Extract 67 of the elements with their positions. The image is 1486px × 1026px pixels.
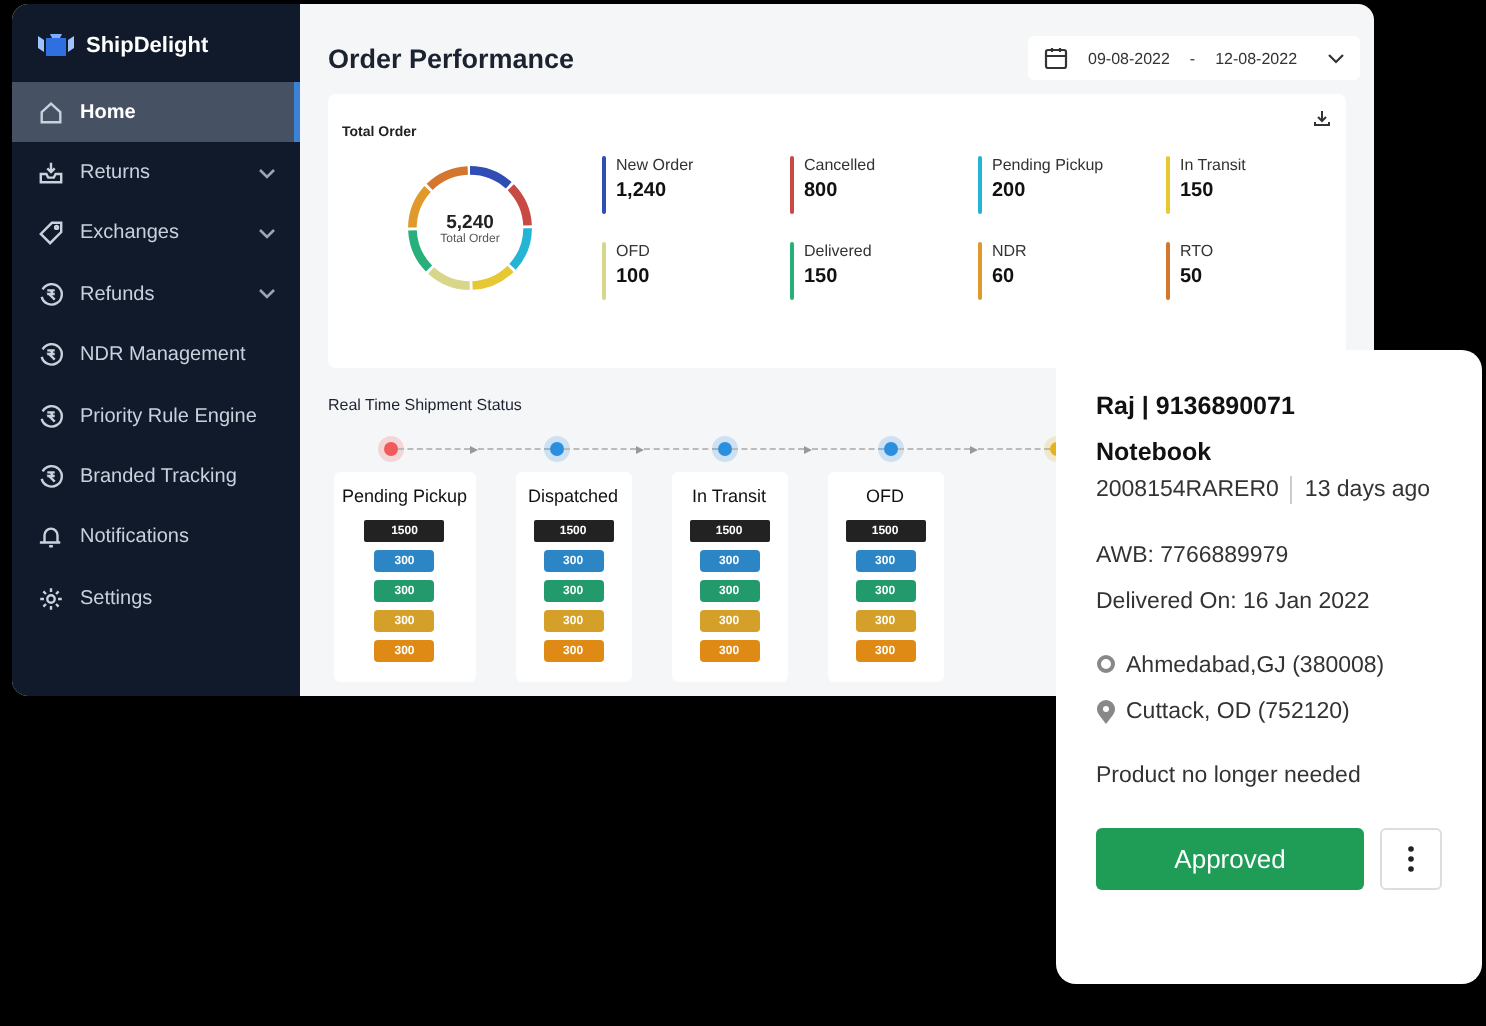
destination-address: Cuttack, OD (752120) (1126, 700, 1350, 724)
total-value: 5,240 (446, 211, 494, 233)
origin-address: Ahmedabad,GJ (380008) (1126, 654, 1385, 678)
delivery-date: Delivered On: 16 Jan 2022 (1096, 590, 1372, 614)
stat-label: Cancelled (804, 156, 876, 174)
awb-number: AWB: 7766889979 (1096, 544, 1291, 568)
stat-label: RTO (1180, 242, 1214, 260)
column-title: OFD (866, 486, 905, 506)
stat-value: 800 (804, 180, 840, 202)
order-age: 13 days ago (1304, 478, 1431, 502)
rupee-icon (38, 403, 64, 430)
stat-value: 150 (1180, 180, 1216, 202)
chevron-down-icon (1328, 53, 1344, 63)
chevron-down-icon (258, 288, 276, 301)
chevron-down-icon (258, 227, 276, 240)
bell-icon (38, 524, 64, 551)
more-icon (1408, 846, 1414, 872)
sidebar-item[interactable]: NDR Management (12, 325, 300, 386)
arrowhead-icon (470, 445, 479, 453)
stat-label: Delivered (804, 242, 872, 260)
order-id: 2008154RARER0 (1096, 478, 1279, 502)
return-reason: Product no longer needed (1096, 764, 1363, 788)
column-title: Dispatched (528, 486, 619, 506)
stat-label: NDR (992, 242, 1027, 260)
stat-value: 1,240 (616, 180, 669, 202)
rupee-icon (38, 281, 64, 308)
settings-icon (38, 585, 64, 612)
customer-name: Raj | 9136890071 (1096, 392, 1297, 420)
column-title: In Transit (692, 486, 767, 506)
origin-pin-icon (1096, 654, 1116, 678)
inbox-icon (38, 160, 64, 187)
stat-value: 50 (1180, 266, 1205, 288)
tag-icon (38, 220, 64, 247)
download-icon[interactable] (1314, 110, 1330, 126)
product-name: Notebook (1096, 438, 1214, 466)
column-title: Pending Pickup (342, 486, 468, 506)
rupee-icon (38, 342, 64, 369)
stat-value: 200 (992, 180, 1028, 202)
sidebar-item[interactable]: Refunds (12, 264, 300, 326)
arrowhead-icon (803, 445, 812, 453)
page-title: Order Performance (328, 43, 575, 73)
date-range-picker[interactable]: 09-08-2022 - 12-08-2022 (1028, 36, 1360, 80)
chevron-down-icon (258, 167, 276, 180)
logo-icon (36, 32, 76, 58)
more-options-button[interactable] (1380, 828, 1442, 890)
stat-value: 100 (616, 266, 650, 288)
sidebar-item[interactable]: Notifications (12, 507, 300, 569)
stat-label: Pending Pickup (992, 156, 1104, 174)
sidebar-item[interactable]: Priority Rule Engine (12, 385, 300, 447)
location-pin-icon (1096, 700, 1116, 724)
home-icon (38, 99, 64, 126)
sidebar-item[interactable]: Exchanges (12, 203, 300, 265)
rupee-icon (38, 464, 64, 491)
brand-name: ShipDelight (86, 33, 209, 57)
sidebar-item[interactable]: Returns (12, 142, 300, 204)
stat-value: 60 (992, 266, 1017, 288)
stat-label: In Transit (1180, 156, 1246, 174)
arrowhead-icon (969, 445, 978, 453)
arrowhead-icon (636, 445, 645, 453)
calendar-icon (1044, 46, 1068, 70)
stat-label: OFD (616, 242, 650, 260)
sidebar-item[interactable]: Home (12, 82, 300, 143)
sidebar-item[interactable]: Branded Tracking (12, 446, 300, 508)
sidebar-item[interactable]: Settings (12, 568, 300, 630)
stat-label: New Order (616, 156, 694, 174)
section-title: Real Time Shipment Status (328, 396, 522, 414)
stat-value: 150 (804, 266, 840, 288)
